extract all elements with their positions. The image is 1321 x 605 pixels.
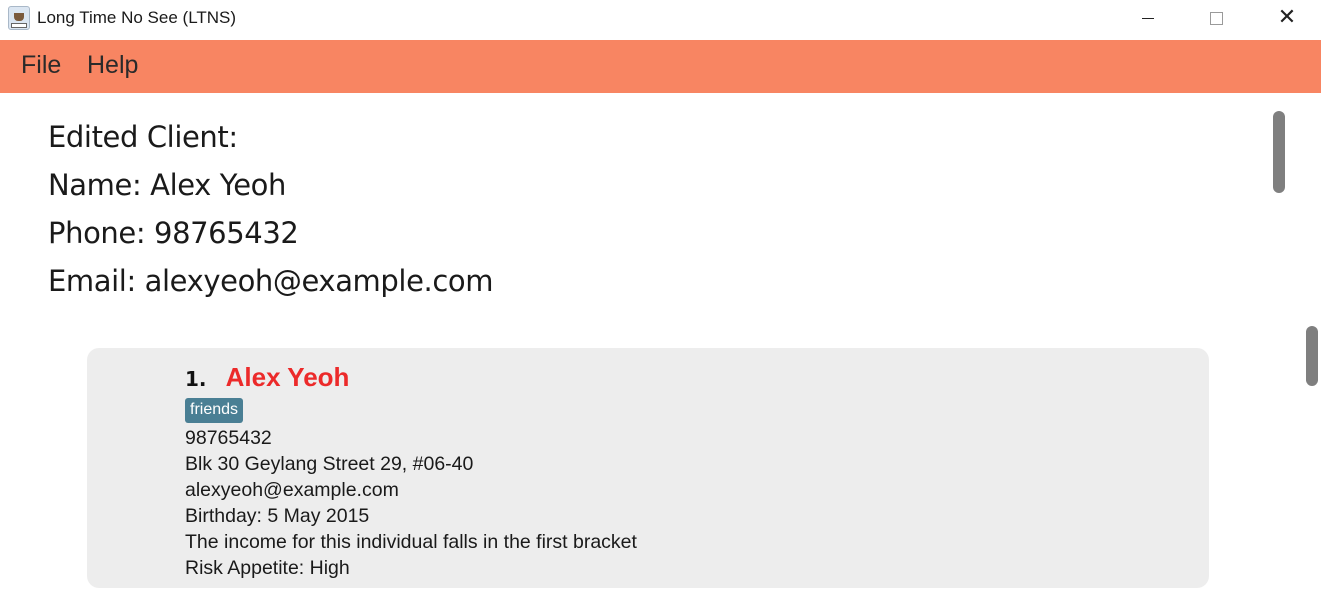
client-income: The income for this individual falls in … bbox=[185, 531, 637, 553]
client-risk: Risk Appetite: High bbox=[185, 557, 350, 579]
close-button[interactable]: ✕ bbox=[1264, 0, 1310, 36]
result-phone: Phone: 98765432 bbox=[48, 216, 299, 250]
result-email: Email: alexyeoh@example.com bbox=[48, 264, 494, 298]
window-title: Long Time No See (LTNS) bbox=[37, 8, 237, 27]
client-email: alexyeoh@example.com bbox=[185, 479, 399, 501]
client-details: 98765432 Blk 30 Geylang Street 29, #06-4… bbox=[185, 425, 637, 581]
client-card[interactable]: 1. Alex Yeoh friends 98765432 Blk 30 Gey… bbox=[87, 348, 1209, 588]
minimize-icon bbox=[1142, 17, 1154, 19]
menu-file[interactable]: File bbox=[21, 51, 61, 80]
window-titlebar: Long Time No See (LTNS) ✕ bbox=[0, 0, 1321, 40]
tag-badge: friends bbox=[185, 398, 244, 423]
list-scrollbar-thumb[interactable] bbox=[1306, 326, 1318, 386]
result-heading: Edited Client: bbox=[48, 120, 238, 154]
menu-bar: File Help bbox=[0, 40, 1321, 93]
app-icon bbox=[8, 6, 30, 30]
client-phone: 98765432 bbox=[185, 427, 272, 449]
maximize-button[interactable] bbox=[1193, 0, 1239, 36]
result-scrollbar-thumb[interactable] bbox=[1273, 111, 1285, 193]
minimize-button[interactable] bbox=[1125, 0, 1171, 36]
close-icon: ✕ bbox=[1277, 5, 1297, 30]
client-name: Alex Yeoh bbox=[225, 362, 350, 392]
menu-help[interactable]: Help bbox=[87, 51, 138, 80]
result-name: Name: Alex Yeoh bbox=[48, 168, 286, 202]
client-address: Blk 30 Geylang Street 29, #06-40 bbox=[185, 453, 474, 475]
client-index: 1. bbox=[185, 367, 207, 391]
result-display: Edited Client: Name: Alex Yeoh Phone: 98… bbox=[48, 113, 493, 305]
client-card-header: 1. Alex Yeoh bbox=[185, 362, 349, 393]
maximize-icon bbox=[1209, 11, 1223, 25]
client-birthday: Birthday: 5 May 2015 bbox=[185, 505, 370, 527]
